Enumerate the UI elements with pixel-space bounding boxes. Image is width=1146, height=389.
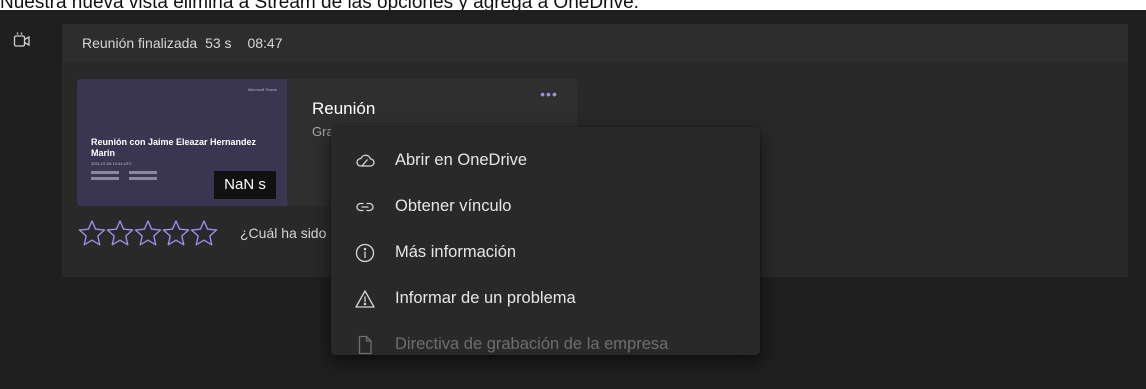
recording-thumbnail[interactable]: Microsoft Teams Reunión con Jaime Eleaza… bbox=[77, 79, 287, 206]
meeting-duration: 53 s bbox=[205, 35, 232, 51]
duration-badge: NaN s bbox=[214, 171, 276, 199]
thumbnail-date: 2021-07-08 12:44 UTC bbox=[91, 161, 132, 166]
menu-item-label: Abrir en OneDrive bbox=[395, 151, 528, 169]
info-icon bbox=[354, 242, 376, 264]
warning-icon bbox=[354, 288, 376, 310]
more-options-icon: ••• bbox=[540, 86, 558, 102]
teams-chat-area: Reunión finalizada 53 s 08:47 Microsoft … bbox=[0, 10, 1146, 389]
more-options-button[interactable]: ••• bbox=[535, 86, 563, 105]
menu-item-recording-policy: Directiva de grabación de la empresa bbox=[331, 325, 760, 365]
thumbnail-participant-line bbox=[91, 177, 119, 180]
menu-item-open-onedrive[interactable]: Abrir en OneDrive bbox=[331, 141, 760, 181]
star-icon[interactable] bbox=[105, 219, 135, 247]
rating-prompt: ¿Cuál ha sido bbox=[240, 225, 327, 241]
caption-text: Nuestra nueva vista elimina a Stream de … bbox=[0, 0, 1146, 10]
thumbnail-title: Reunión con Jaime Eleazar Hernandez Mari… bbox=[91, 137, 257, 158]
star-icon[interactable] bbox=[133, 219, 163, 247]
meeting-time: 08:47 bbox=[247, 35, 283, 51]
menu-item-label: Más información bbox=[395, 243, 517, 261]
menu-item-label: Directiva de grabación de la empresa bbox=[395, 335, 669, 353]
star-icon[interactable] bbox=[189, 219, 219, 247]
link-icon bbox=[354, 196, 376, 218]
star-rating[interactable] bbox=[77, 219, 219, 247]
star-icon[interactable] bbox=[77, 219, 107, 247]
thumbnail-participant-line bbox=[129, 177, 157, 180]
menu-item-get-link[interactable]: Obtener vínculo bbox=[331, 187, 760, 227]
menu-item-report-problem[interactable]: Informar de un problema bbox=[331, 279, 760, 319]
thumbnail-participant-line bbox=[129, 171, 157, 174]
thumbnail-participant-line bbox=[91, 171, 119, 174]
menu-item-label: Informar de un problema bbox=[395, 289, 576, 307]
meeting-status: Reunión finalizada 53 s 08:47 bbox=[82, 35, 287, 51]
recording-title: Reunión bbox=[312, 99, 376, 118]
menu-item-more-info[interactable]: Más información bbox=[331, 233, 760, 273]
thumbnail-brand: Microsoft Teams bbox=[247, 87, 277, 92]
meeting-camera-icon[interactable] bbox=[12, 31, 32, 51]
star-icon[interactable] bbox=[161, 219, 191, 247]
menu-item-label: Obtener vínculo bbox=[395, 197, 512, 215]
cloud-icon bbox=[354, 150, 376, 172]
meeting-header: Reunión finalizada 53 s 08:47 bbox=[62, 24, 1128, 62]
recording-context-menu: Abrir en OneDrive Obtener vínculo Más in… bbox=[331, 127, 760, 355]
document-icon bbox=[354, 334, 376, 356]
meeting-status-label: Reunión finalizada bbox=[82, 35, 198, 51]
